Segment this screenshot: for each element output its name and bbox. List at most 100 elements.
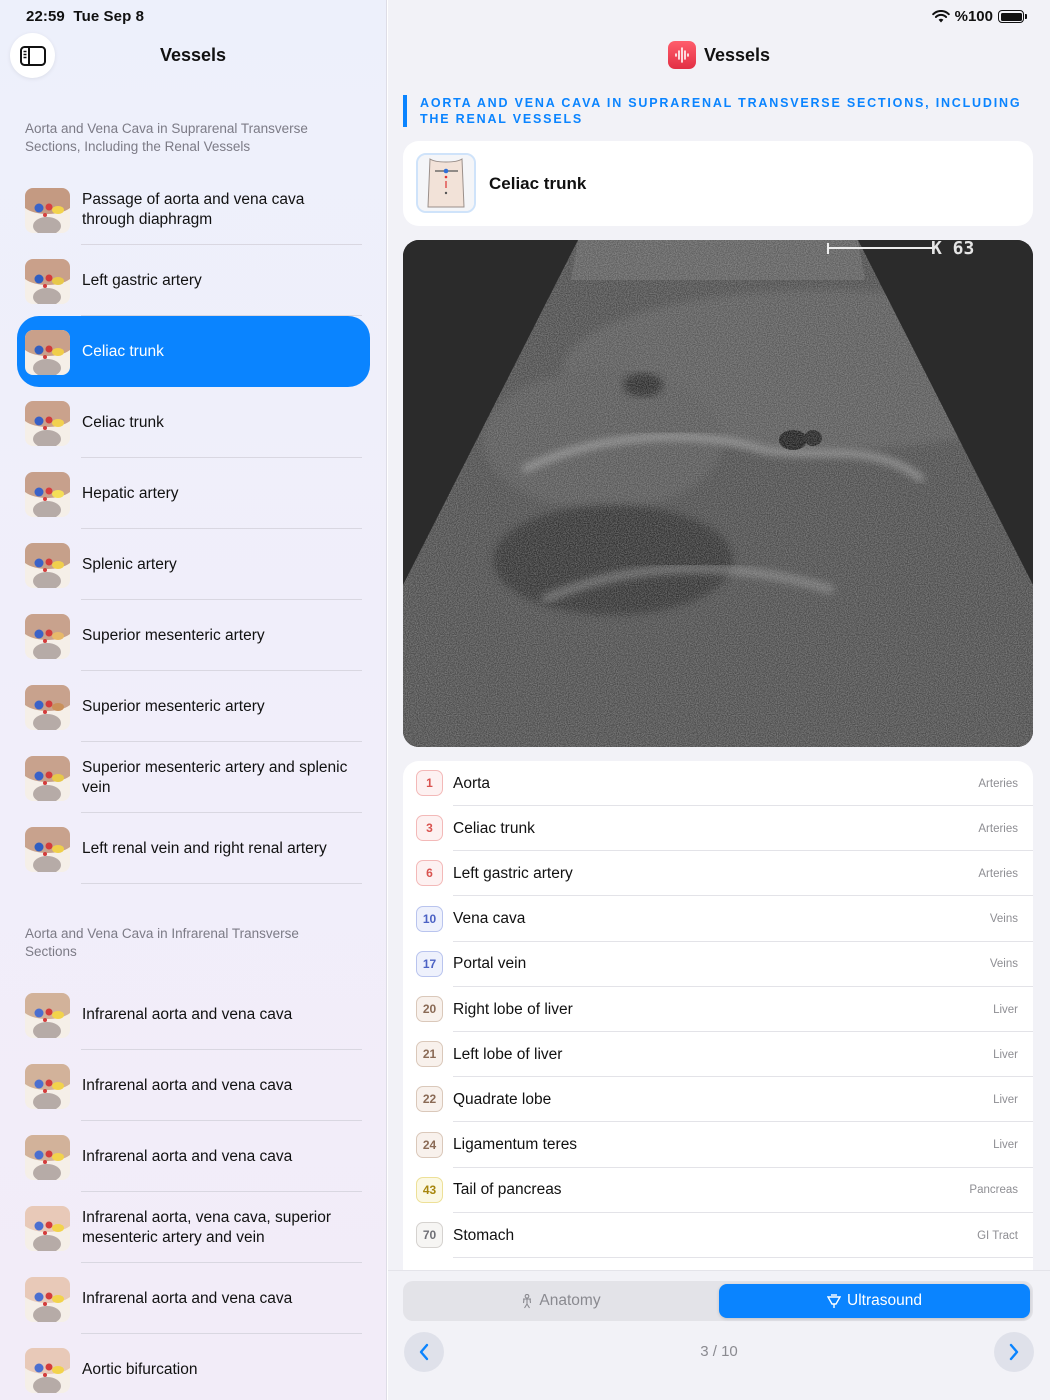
structure-category: Veins — [989, 958, 1018, 971]
sidebar-item[interactable]: Hepatic artery — [17, 458, 370, 529]
anatomy-icon — [523, 1293, 532, 1308]
structure-name: Quadrate lobe — [453, 1090, 552, 1108]
ultrasound-probe-icon — [827, 1293, 842, 1308]
anatomy-thumbnail-icon — [25, 685, 70, 730]
structure-category: Liver — [993, 1003, 1018, 1016]
nav-header: Vessels — [388, 41, 1050, 69]
sidebar-item[interactable]: Left renal vein and right renal artery — [17, 813, 370, 884]
sidebar-item-label: Celiac trunk — [82, 342, 164, 360]
structure-name: Portal vein — [453, 955, 527, 973]
sidebar-item[interactable]: Infrarenal aorta and vena cava — [17, 1050, 370, 1121]
structure-name: Stomach — [453, 1226, 515, 1244]
status-time: 22:59 Tue Sep 8 — [26, 8, 145, 25]
tab-anatomy[interactable]: Anatomy — [406, 1284, 716, 1318]
sidebar-item[interactable]: Infrarenal aorta and vena cava — [17, 1263, 370, 1334]
structure-category: Arteries — [978, 822, 1018, 835]
sidebar-item-label: Aortic bifurcation — [82, 1360, 198, 1378]
anatomy-thumbnail-icon — [25, 827, 70, 872]
detail-pane: %100 Vessels AORTA AND VENA CAVA IN SUPR… — [388, 0, 1050, 1400]
structure-number-badge: 6 — [416, 860, 443, 887]
structure-row[interactable]: 17 Portal vein Veins — [403, 942, 1033, 987]
structure-number-badge: 10 — [416, 905, 443, 932]
structure-name: Celiac trunk — [453, 819, 535, 837]
structure-row[interactable]: 22 Quadrate lobe Liver — [403, 1077, 1033, 1123]
torso-diagram-icon — [416, 153, 476, 213]
app-icon — [667, 41, 696, 69]
sidebar-item-label: Superior mesenteric artery and splenic v… — [82, 758, 348, 796]
anatomy-thumbnail-icon — [25, 1277, 70, 1322]
sidebar-item[interactable]: Infrarenal aorta and vena cava — [17, 1121, 370, 1192]
page-indicator: 3 / 10 — [700, 1343, 738, 1360]
structure-row[interactable]: 1 Aorta Arteries — [403, 761, 1033, 806]
structure-row[interactable]: 20 Right lobe of liver Liver — [403, 987, 1033, 1032]
tab-anatomy-label: Anatomy — [539, 1292, 601, 1309]
structure-row[interactable]: 21 Left lobe of liver Liver — [403, 1032, 1033, 1078]
structure-category: Arteries — [978, 777, 1018, 790]
structure-number-badge: 24 — [416, 1131, 443, 1158]
structure-name: Ligamentum teres — [453, 1136, 578, 1154]
sidebar-title: Vessels — [159, 45, 227, 65]
structure-category: Liver — [993, 1048, 1018, 1061]
sidebar-item-label: Infrarenal aorta and vena cava — [82, 1289, 293, 1307]
structure-number-badge: 20 — [416, 996, 443, 1022]
anatomy-thumbnail-icon — [25, 401, 70, 446]
structure-category: Arteries — [978, 867, 1018, 880]
sidebar-item[interactable]: Celiac trunk — [17, 387, 370, 458]
sidebar-item-label: Hepatic artery — [82, 484, 179, 502]
wifi-icon — [931, 10, 950, 23]
tab-ultrasound[interactable]: Ultrasound — [719, 1284, 1030, 1318]
sidebar-item-label: Infrarenal aorta and vena cava — [82, 1076, 293, 1094]
structure-number-badge: 1 — [416, 770, 443, 796]
sidebar-item[interactable]: Superior mesenteric artery and splenic v… — [17, 742, 370, 813]
structure-row[interactable]: 43 Tail of pancreas Pancreas — [403, 1168, 1033, 1213]
structure-name: Left gastric artery — [453, 864, 573, 882]
sidebar-item[interactable]: Passage of aorta and vena cava through d… — [17, 174, 370, 245]
sidebar-item[interactable]: Superior mesenteric artery — [17, 671, 370, 742]
chevron-right-icon — [1009, 1343, 1019, 1361]
anatomy-thumbnail-icon — [25, 1348, 70, 1393]
structure-category: GI Tract — [977, 1229, 1018, 1242]
structure-name: Vena cava — [453, 910, 526, 928]
structure-number-badge: 17 — [416, 950, 443, 977]
sidebar-item[interactable]: Infrarenal aorta, vena cava, superior me… — [17, 1192, 370, 1263]
structure-name: Tail of pancreas — [453, 1181, 562, 1199]
structure-category: Pancreas — [969, 1184, 1018, 1197]
structure-row[interactable]: 70 Stomach GI Tract — [403, 1213, 1033, 1258]
sidebar-item-label: Passage of aorta and vena cava through d… — [82, 190, 305, 228]
battery-icon — [998, 10, 1027, 23]
sidebar-item[interactable]: Superior mesenteric artery — [17, 600, 370, 671]
structure-number-badge: 43 — [416, 1176, 443, 1203]
topic-card: Celiac trunk — [403, 141, 1033, 226]
sidebar-item-label: Superior mesenteric artery — [82, 626, 265, 644]
sidebar-item[interactable]: Splenic artery — [17, 529, 370, 600]
tab-ultrasound-label: Ultrasound — [847, 1292, 922, 1309]
structure-row[interactable]: 24 Ligamentum teres Liver — [403, 1123, 1033, 1168]
anatomy-thumbnail-icon — [25, 1064, 70, 1109]
anatomy-thumbnail-icon — [25, 756, 70, 801]
anatomy-thumbnail-icon — [25, 330, 70, 375]
structure-category: Veins — [989, 913, 1018, 926]
anatomy-thumbnail-icon — [25, 472, 70, 517]
section-header-suprarenal: Aorta and Vena Cava in Suprarenal Transv… — [25, 121, 308, 154]
structure-category: Liver — [993, 1139, 1018, 1152]
sidebar-item[interactable]: Aortic bifurcation — [17, 1334, 370, 1400]
view-mode-switch: Anatomy Ultrasound — [403, 1281, 1033, 1321]
divider — [81, 883, 362, 884]
sidebar-item[interactable]: Infrarenal aorta and vena cava — [17, 979, 370, 1050]
section-header-infrarenal: Aorta and Vena Cava in Infrarenal Transv… — [25, 926, 299, 959]
sidebar-item-label: Infrarenal aorta and vena cava — [82, 1005, 293, 1023]
sidebar-item[interactable]: Left gastric artery — [17, 245, 370, 316]
structure-row[interactable]: 6 Left gastric artery Arteries — [403, 851, 1033, 897]
structure-number-badge: 70 — [416, 1222, 443, 1248]
structure-row[interactable]: 10 Vena cava Veins — [403, 897, 1033, 942]
structure-number-badge: 21 — [416, 1041, 443, 1068]
sidebar-item[interactable]: Celiac trunk — [17, 316, 370, 387]
anatomy-thumbnail-icon — [25, 993, 70, 1038]
anatomy-thumbnail-icon — [25, 1206, 70, 1251]
status-indicators: %100 — [931, 8, 1027, 25]
sidebar-item-label: Splenic artery — [82, 555, 177, 573]
divider — [453, 1257, 1033, 1258]
structure-row[interactable]: 3 Celiac trunk Arteries — [403, 806, 1033, 852]
next-button[interactable] — [994, 1332, 1034, 1372]
ultrasound-image[interactable]: K 63 — [403, 240, 1033, 747]
